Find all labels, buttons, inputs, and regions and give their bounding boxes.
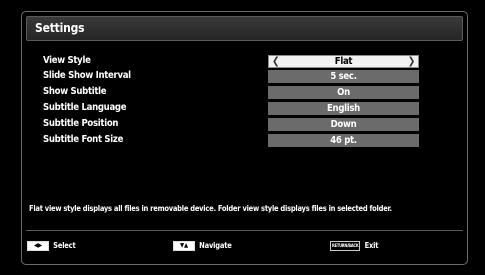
chevron-left-icon[interactable]: ❮ (272, 56, 280, 67)
title-bar: Settings (26, 16, 463, 41)
left-right-arrow-keys-icon: ◀▶ (27, 241, 49, 251)
setting-label-subtitle-language: Subtitle Language (43, 102, 127, 113)
setting-value-subtitle-language[interactable]: English (268, 102, 419, 115)
setting-value-text: Flat (334, 56, 353, 67)
setting-label-view-style: View Style (43, 55, 91, 66)
setting-value-subtitle-position[interactable]: Down (268, 118, 419, 131)
setting-label-subtitle-position: Subtitle Position (43, 118, 119, 129)
tv-screen: Settings View Style ❮ Flat ❯ Slide Show … (0, 0, 485, 275)
setting-label-subtitle-font-size: Subtitle Font Size (43, 134, 124, 145)
settings-panel: Settings View Style ❮ Flat ❯ Slide Show … (21, 11, 468, 265)
down-up-arrow-keys-icon: ▼▲ (173, 241, 195, 251)
footer-divider (26, 230, 463, 231)
setting-label-slide-show-interval: Slide Show Interval (43, 70, 131, 81)
page-title: Settings (35, 21, 85, 35)
setting-value-subtitle-font-size[interactable]: 46 pt. (268, 134, 419, 147)
footer-select-label: Select (53, 241, 76, 250)
footer-navigate-hint: ▼▲ Navigate (173, 241, 232, 251)
return-back-key-icon: RETURN/BACK (330, 241, 361, 251)
setting-label-show-subtitle: Show Subtitle (43, 86, 107, 97)
help-description: Flat view style displays all files in re… (29, 204, 392, 213)
footer-select-hint: ◀▶ Select (27, 241, 76, 251)
setting-value-view-style[interactable]: ❮ Flat ❯ (268, 55, 419, 68)
footer-exit-hint: RETURN/BACK Exit (330, 241, 379, 251)
chevron-right-icon[interactable]: ❯ (408, 56, 416, 67)
footer-exit-label: Exit (364, 241, 379, 250)
footer-navigate-label: Navigate (199, 241, 232, 250)
setting-value-show-subtitle[interactable]: On (268, 86, 419, 99)
setting-value-slide-show-interval[interactable]: 5 sec. (268, 70, 419, 83)
